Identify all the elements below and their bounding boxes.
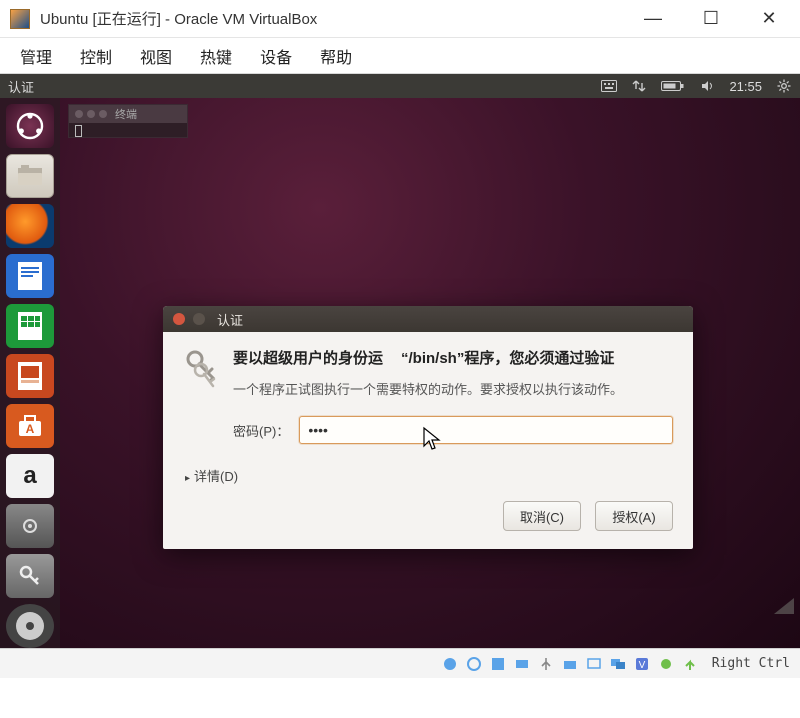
- status-display-icon[interactable]: [586, 656, 602, 672]
- auth-dialog: 认证 要以超级用户的身份运“/bin/sh”程序，您必须通过验: [163, 306, 693, 549]
- virtualbox-statusbar: V Right Ctrl: [0, 648, 800, 678]
- launcher-libreoffice-calc[interactable]: [6, 304, 54, 348]
- auth-dialog-title: 认证: [217, 310, 243, 329]
- launcher-ubuntu-software[interactable]: A: [6, 404, 54, 448]
- menu-help[interactable]: 帮助: [320, 44, 352, 68]
- status-vrde-icon[interactable]: [610, 656, 626, 672]
- launcher-amazon[interactable]: a: [6, 454, 54, 498]
- launcher-system-settings[interactable]: [6, 504, 54, 548]
- status-harddisk-icon[interactable]: [442, 656, 458, 672]
- terminal-close-icon[interactable]: [75, 110, 83, 118]
- maximize-button[interactable]: ☐: [696, 8, 726, 29]
- authorize-button[interactable]: 授权(A): [595, 501, 673, 531]
- cancel-button[interactable]: 取消(C): [503, 501, 581, 531]
- guest-display: 认证 21:55: [0, 74, 800, 678]
- launcher-files[interactable]: [6, 154, 54, 198]
- status-network-icon[interactable]: [514, 656, 530, 672]
- keys-icon: [183, 348, 219, 392]
- status-recording-icon[interactable]: V: [634, 656, 650, 672]
- status-capture-icon[interactable]: [658, 656, 674, 672]
- unity-launcher: A a: [0, 98, 60, 648]
- password-label: 密码(P)：: [233, 421, 289, 440]
- terminal-max-icon[interactable]: [99, 110, 107, 118]
- window-title: Ubuntu [正在运行] - Oracle VM VirtualBox: [40, 8, 638, 29]
- status-floppy-icon[interactable]: [490, 656, 506, 672]
- hostkey-label: Right Ctrl: [712, 656, 790, 671]
- network-icon[interactable]: [631, 78, 647, 94]
- keyboard-icon[interactable]: [601, 78, 617, 94]
- ubuntu-desktop: A a 终端: [0, 98, 800, 648]
- launcher-libreoffice-impress[interactable]: [6, 354, 54, 398]
- password-input[interactable]: [299, 416, 673, 444]
- menu-manage[interactable]: 管理: [20, 44, 52, 68]
- virtualbox-titlebar: Ubuntu [正在运行] - Oracle VM VirtualBox — ☐…: [0, 0, 800, 38]
- launcher-seahorse[interactable]: [6, 554, 54, 598]
- menu-devices[interactable]: 设备: [260, 44, 292, 68]
- gear-icon[interactable]: [776, 78, 792, 94]
- dialog-close-icon[interactable]: [173, 313, 185, 325]
- svg-text:V: V: [638, 660, 645, 671]
- resize-grip-icon: [774, 598, 794, 614]
- menu-hotkeys[interactable]: 热键: [200, 44, 232, 68]
- topbar-clock[interactable]: 21:55: [729, 79, 762, 94]
- virtualbox-menubar: 管理 控制 视图 热键 设备 帮助: [0, 38, 800, 74]
- terminal-window[interactable]: 终端: [68, 104, 188, 138]
- status-optical-icon[interactable]: [466, 656, 482, 672]
- auth-dialog-titlebar[interactable]: 认证: [163, 306, 693, 332]
- status-usb-icon[interactable]: [538, 656, 554, 672]
- svg-text:A: A: [26, 422, 35, 436]
- terminal-cursor: [75, 125, 82, 137]
- launcher-dash[interactable]: [6, 104, 54, 148]
- topbar-active-window-title: 认证: [8, 77, 601, 96]
- battery-icon[interactable]: [661, 78, 685, 94]
- ubuntu-topbar: 认证 21:55: [0, 74, 800, 98]
- minimize-button[interactable]: —: [638, 8, 668, 29]
- launcher-firefox[interactable]: [6, 204, 54, 248]
- menu-view[interactable]: 视图: [140, 44, 172, 68]
- virtualbox-app-icon: [10, 9, 30, 29]
- launcher-disc[interactable]: [6, 604, 54, 648]
- status-shared-icon[interactable]: [562, 656, 578, 672]
- sound-icon[interactable]: [699, 78, 715, 94]
- auth-heading: 要以超级用户的身份运“/bin/sh”程序，您必须通过验证: [233, 348, 673, 369]
- launcher-libreoffice-writer[interactable]: [6, 254, 54, 298]
- terminal-title: 终端: [115, 106, 137, 122]
- status-hostkey-icon[interactable]: [682, 656, 698, 672]
- terminal-min-icon[interactable]: [87, 110, 95, 118]
- details-expander[interactable]: ▸详情(D): [185, 466, 673, 485]
- auth-subtitle: 一个程序正试图执行一个需要特权的动作。要求授权以执行该动作。: [233, 379, 673, 398]
- menu-control[interactable]: 控制: [80, 44, 112, 68]
- close-button[interactable]: ✕: [754, 8, 784, 29]
- dialog-minimize-icon[interactable]: [193, 313, 205, 325]
